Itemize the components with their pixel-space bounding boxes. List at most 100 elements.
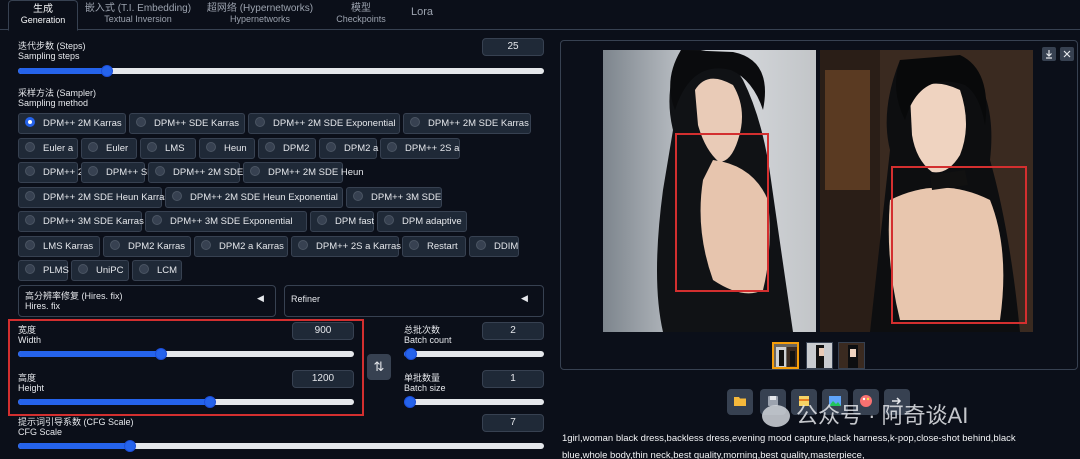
sampler-option[interactable]: DPM2 a: [319, 137, 378, 159]
sampler-label-zh: 采样方法 (Sampler): [18, 88, 97, 98]
open-folder-button[interactable]: [727, 389, 753, 415]
slider-thumb[interactable]: [405, 348, 418, 360]
sampler-option[interactable]: DPM++ 2M Karras: [18, 113, 126, 134]
sampler-option-label: DPM++ 3M SDE Karras: [43, 216, 144, 227]
sampler-option[interactable]: Heun: [199, 137, 255, 159]
generated-image-2[interactable]: [820, 50, 1033, 332]
sampler-option-label: DPM++ 2M SDE Heun Exponential: [190, 191, 338, 203]
sampler-option[interactable]: PLMS: [18, 260, 69, 281]
sampler-option-label: DPM++ 2M SDE Heun Karras: [43, 191, 170, 203]
sampler-option[interactable]: DPM++ 2M SDE Exponential: [248, 113, 400, 134]
sampler-option[interactable]: DPM++ 2M SDE: [148, 162, 243, 183]
radio-icon: [152, 215, 162, 225]
radio-icon: [476, 239, 486, 250]
tab-label: Lora: [410, 6, 434, 18]
batch-size-slider[interactable]: [404, 396, 544, 408]
sampler-option[interactable]: UniPC: [71, 260, 129, 281]
tab-label-en: Textual Inversion: [104, 14, 172, 24]
tab-lora[interactable]: Lora: [402, 0, 442, 30]
sampler-option[interactable]: DPM++ 2S a: [380, 137, 460, 159]
radio-icon: [410, 117, 420, 127]
sampler-option[interactable]: DPM++ SDE: [81, 162, 160, 183]
slider-fill: [18, 68, 107, 74]
download-button[interactable]: [1042, 47, 1056, 61]
radio-icon: [25, 215, 35, 225]
batch-size-label: 单批数量 Batch size: [404, 373, 446, 393]
cfg-input[interactable]: 7: [482, 414, 544, 432]
sampler-option[interactable]: DPM++ SDE Karras: [129, 113, 245, 134]
sampler-option[interactable]: DPM++ 2S a Karras: [291, 235, 401, 257]
sampler-option[interactable]: Euler: [81, 137, 137, 159]
sampler-option-label: PLMS: [43, 265, 69, 276]
radio-icon: [387, 141, 397, 152]
watermark: 公众号 · 阿奇谈AI: [762, 398, 968, 430]
sampler-option[interactable]: LMS: [140, 137, 196, 159]
batch-count-label-zh: 总批次数: [404, 325, 441, 335]
sampler-option-label: Euler a: [43, 142, 74, 154]
radio-icon: [201, 239, 211, 250]
sampler-option[interactable]: DPM++ 3M SDE Karras: [18, 211, 144, 232]
sampler-option-label: DPM++ 2S a: [405, 142, 460, 154]
sampler-option[interactable]: DPM++ 3M SDE Exponential: [145, 211, 307, 232]
swap-dimensions-button[interactable]: ⇅: [367, 354, 391, 380]
batch-count-input[interactable]: 2: [482, 322, 544, 340]
slider-thumb[interactable]: [404, 396, 416, 408]
sampler-option[interactable]: DPM++ 2M SDE Heun Exponential: [165, 186, 343, 208]
batch-size-input[interactable]: 1: [482, 370, 544, 388]
sampler-option[interactable]: DPM++ 2M SDE Heun: [243, 162, 364, 183]
sampler-option[interactable]: DPM++ 2M: [18, 162, 91, 183]
radio-icon: [147, 141, 157, 152]
cfg-slider[interactable]: [18, 440, 544, 452]
sampler-option-label: DDIM: [494, 240, 519, 252]
gallery-thumbnail-2[interactable]: [838, 342, 865, 369]
refiner-accordion[interactable]: Refiner ◀: [284, 285, 544, 317]
slider-thumb[interactable]: [124, 440, 137, 452]
sampler-option[interactable]: LMS Karras: [18, 235, 100, 257]
sampler-option-label: DPM++ 3M SDE: [371, 191, 442, 203]
radio-icon: [172, 190, 182, 201]
radio-icon: [25, 141, 35, 152]
radio-icon: [409, 239, 419, 250]
sampler-option[interactable]: Restart: [402, 235, 466, 257]
batch-count-slider[interactable]: [404, 348, 544, 360]
tab-label-zh: 超网络 (Hypernetworks): [206, 3, 314, 14]
sampler-option[interactable]: DPM fast: [310, 211, 374, 232]
sampler-option[interactable]: DPM adaptive: [377, 211, 467, 232]
sampler-option[interactable]: DPM++ 2M SDE Karras: [403, 113, 531, 134]
radio-icon: [353, 190, 363, 201]
hires-fix-accordion[interactable]: 高分辨率修复 (Hires. fix) Hires. fix ◀: [18, 285, 276, 317]
steps-slider[interactable]: [18, 65, 544, 77]
sampler-option[interactable]: Euler a: [18, 137, 78, 159]
sampler-option[interactable]: LCM: [132, 260, 182, 281]
close-icon: [1063, 50, 1071, 58]
steps-input[interactable]: 25: [482, 38, 544, 56]
sampler-label-en: Sampling method: [18, 98, 89, 108]
sampler-option[interactable]: DPM++ 3M SDE: [346, 186, 442, 208]
radio-icon: [384, 215, 394, 225]
sampler-option[interactable]: DPM++ 2M SDE Heun Karras: [18, 186, 169, 208]
gallery-thumbnail-grid[interactable]: [772, 342, 799, 369]
sampler-option-label: UniPC: [96, 265, 124, 276]
sampler-option[interactable]: DPM2: [258, 137, 316, 159]
tab-hypernetworks[interactable]: 超网络 (Hypernetworks) Hypernetworks: [200, 0, 320, 30]
slider-fill: [18, 443, 131, 449]
tab-textual-inversion[interactable]: 嵌入式 (T.I. Embedding) Textual Inversion: [82, 0, 194, 30]
gallery-thumbnail-1[interactable]: [806, 342, 833, 369]
tab-checkpoints[interactable]: 模型 Checkpoints: [326, 0, 396, 30]
slider-thumb[interactable]: [100, 65, 113, 77]
radio-icon: [88, 141, 98, 152]
radio-icon: [155, 166, 165, 176]
sampler-option[interactable]: DPM2 Karras: [103, 235, 191, 257]
tab-generation[interactable]: 生成 Generation: [8, 0, 78, 31]
close-button[interactable]: [1060, 47, 1074, 61]
tab-label-en: Checkpoints: [336, 14, 386, 24]
wechat-icon: [762, 405, 790, 427]
sampler-option-label: LMS: [165, 142, 185, 154]
sampler-option-label: Heun: [224, 142, 247, 154]
sampler-option[interactable]: DPM2 a Karras: [194, 235, 288, 257]
sampler-option[interactable]: DDIM: [469, 235, 519, 257]
refiner-label: Refiner: [291, 294, 321, 304]
generated-image-1[interactable]: [603, 50, 816, 332]
sampler-option-label: DPM2: [283, 142, 310, 154]
collapse-arrow-icon: ◀: [257, 293, 264, 303]
